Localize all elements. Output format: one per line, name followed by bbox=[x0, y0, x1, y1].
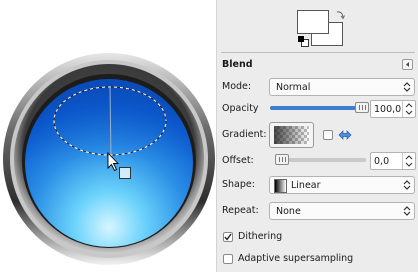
opacity-slider-fill bbox=[270, 106, 365, 110]
triangle-left-icon bbox=[406, 62, 409, 67]
swap-colors-icon[interactable] bbox=[335, 10, 345, 20]
canvas-artwork bbox=[3, 53, 215, 265]
mode-value: Normal bbox=[276, 82, 311, 93]
offset-slider[interactable] bbox=[275, 154, 366, 165]
default-colors-icon[interactable] bbox=[298, 36, 309, 47]
repeat-dropdown[interactable]: None bbox=[269, 202, 415, 220]
gradient-preview-button[interactable] bbox=[269, 122, 314, 148]
foreground-color-swatch[interactable] bbox=[297, 10, 329, 34]
adaptive-supersampling-checkbox[interactable] bbox=[223, 254, 233, 264]
spin-arrows-icon bbox=[405, 155, 413, 167]
image-canvas[interactable] bbox=[0, 0, 216, 272]
opacity-spinbox[interactable]: 100,0 bbox=[370, 100, 416, 118]
offset-value: 0,0 bbox=[374, 156, 390, 167]
tool-options-dock: Blend Mode: Normal Opacity 100,0 Gradien… bbox=[216, 0, 418, 272]
dithering-label[interactable]: Dithering bbox=[238, 231, 282, 242]
opacity-spin-buttons[interactable] bbox=[402, 101, 415, 117]
gradient-preview bbox=[274, 126, 309, 144]
adaptive-supersampling-label[interactable]: Adaptive supersampling bbox=[238, 253, 353, 264]
opacity-slider-handle[interactable] bbox=[355, 102, 369, 113]
fg-bg-color-area[interactable] bbox=[297, 8, 347, 48]
panel-title: Blend bbox=[222, 59, 253, 70]
repeat-value: None bbox=[276, 206, 301, 217]
offset-label: Offset: bbox=[222, 155, 254, 166]
opacity-label: Opacity bbox=[222, 103, 259, 114]
shape-value: Linear bbox=[291, 180, 321, 191]
mode-dropdown[interactable]: Normal bbox=[269, 78, 415, 96]
gradient-handle bbox=[119, 167, 131, 179]
spin-arrows-icon bbox=[405, 103, 413, 115]
opacity-slider[interactable] bbox=[270, 102, 369, 113]
reverse-gradient-icon[interactable] bbox=[338, 129, 352, 141]
linear-shape-icon bbox=[274, 179, 287, 193]
offset-spinbox[interactable]: 0,0 bbox=[370, 152, 416, 170]
reverse-gradient-checkbox[interactable] bbox=[323, 130, 333, 140]
dropdown-arrows-icon bbox=[403, 180, 411, 190]
panel-menu-button[interactable] bbox=[402, 59, 413, 70]
mode-label: Mode: bbox=[222, 81, 252, 92]
dropdown-arrows-icon bbox=[403, 206, 411, 216]
shape-dropdown[interactable]: Linear bbox=[269, 176, 415, 194]
panel-separator bbox=[221, 52, 415, 53]
offset-spin-buttons[interactable] bbox=[402, 153, 415, 169]
dithering-checkbox[interactable] bbox=[223, 232, 233, 242]
shape-label: Shape: bbox=[222, 179, 255, 190]
offset-slider-handle[interactable] bbox=[275, 154, 289, 165]
opacity-value: 100,0 bbox=[374, 104, 402, 115]
dropdown-arrows-icon bbox=[403, 82, 411, 92]
gradient-label: Gradient: bbox=[222, 129, 267, 140]
repeat-label: Repeat: bbox=[222, 205, 259, 216]
checkmark-icon bbox=[224, 233, 232, 241]
